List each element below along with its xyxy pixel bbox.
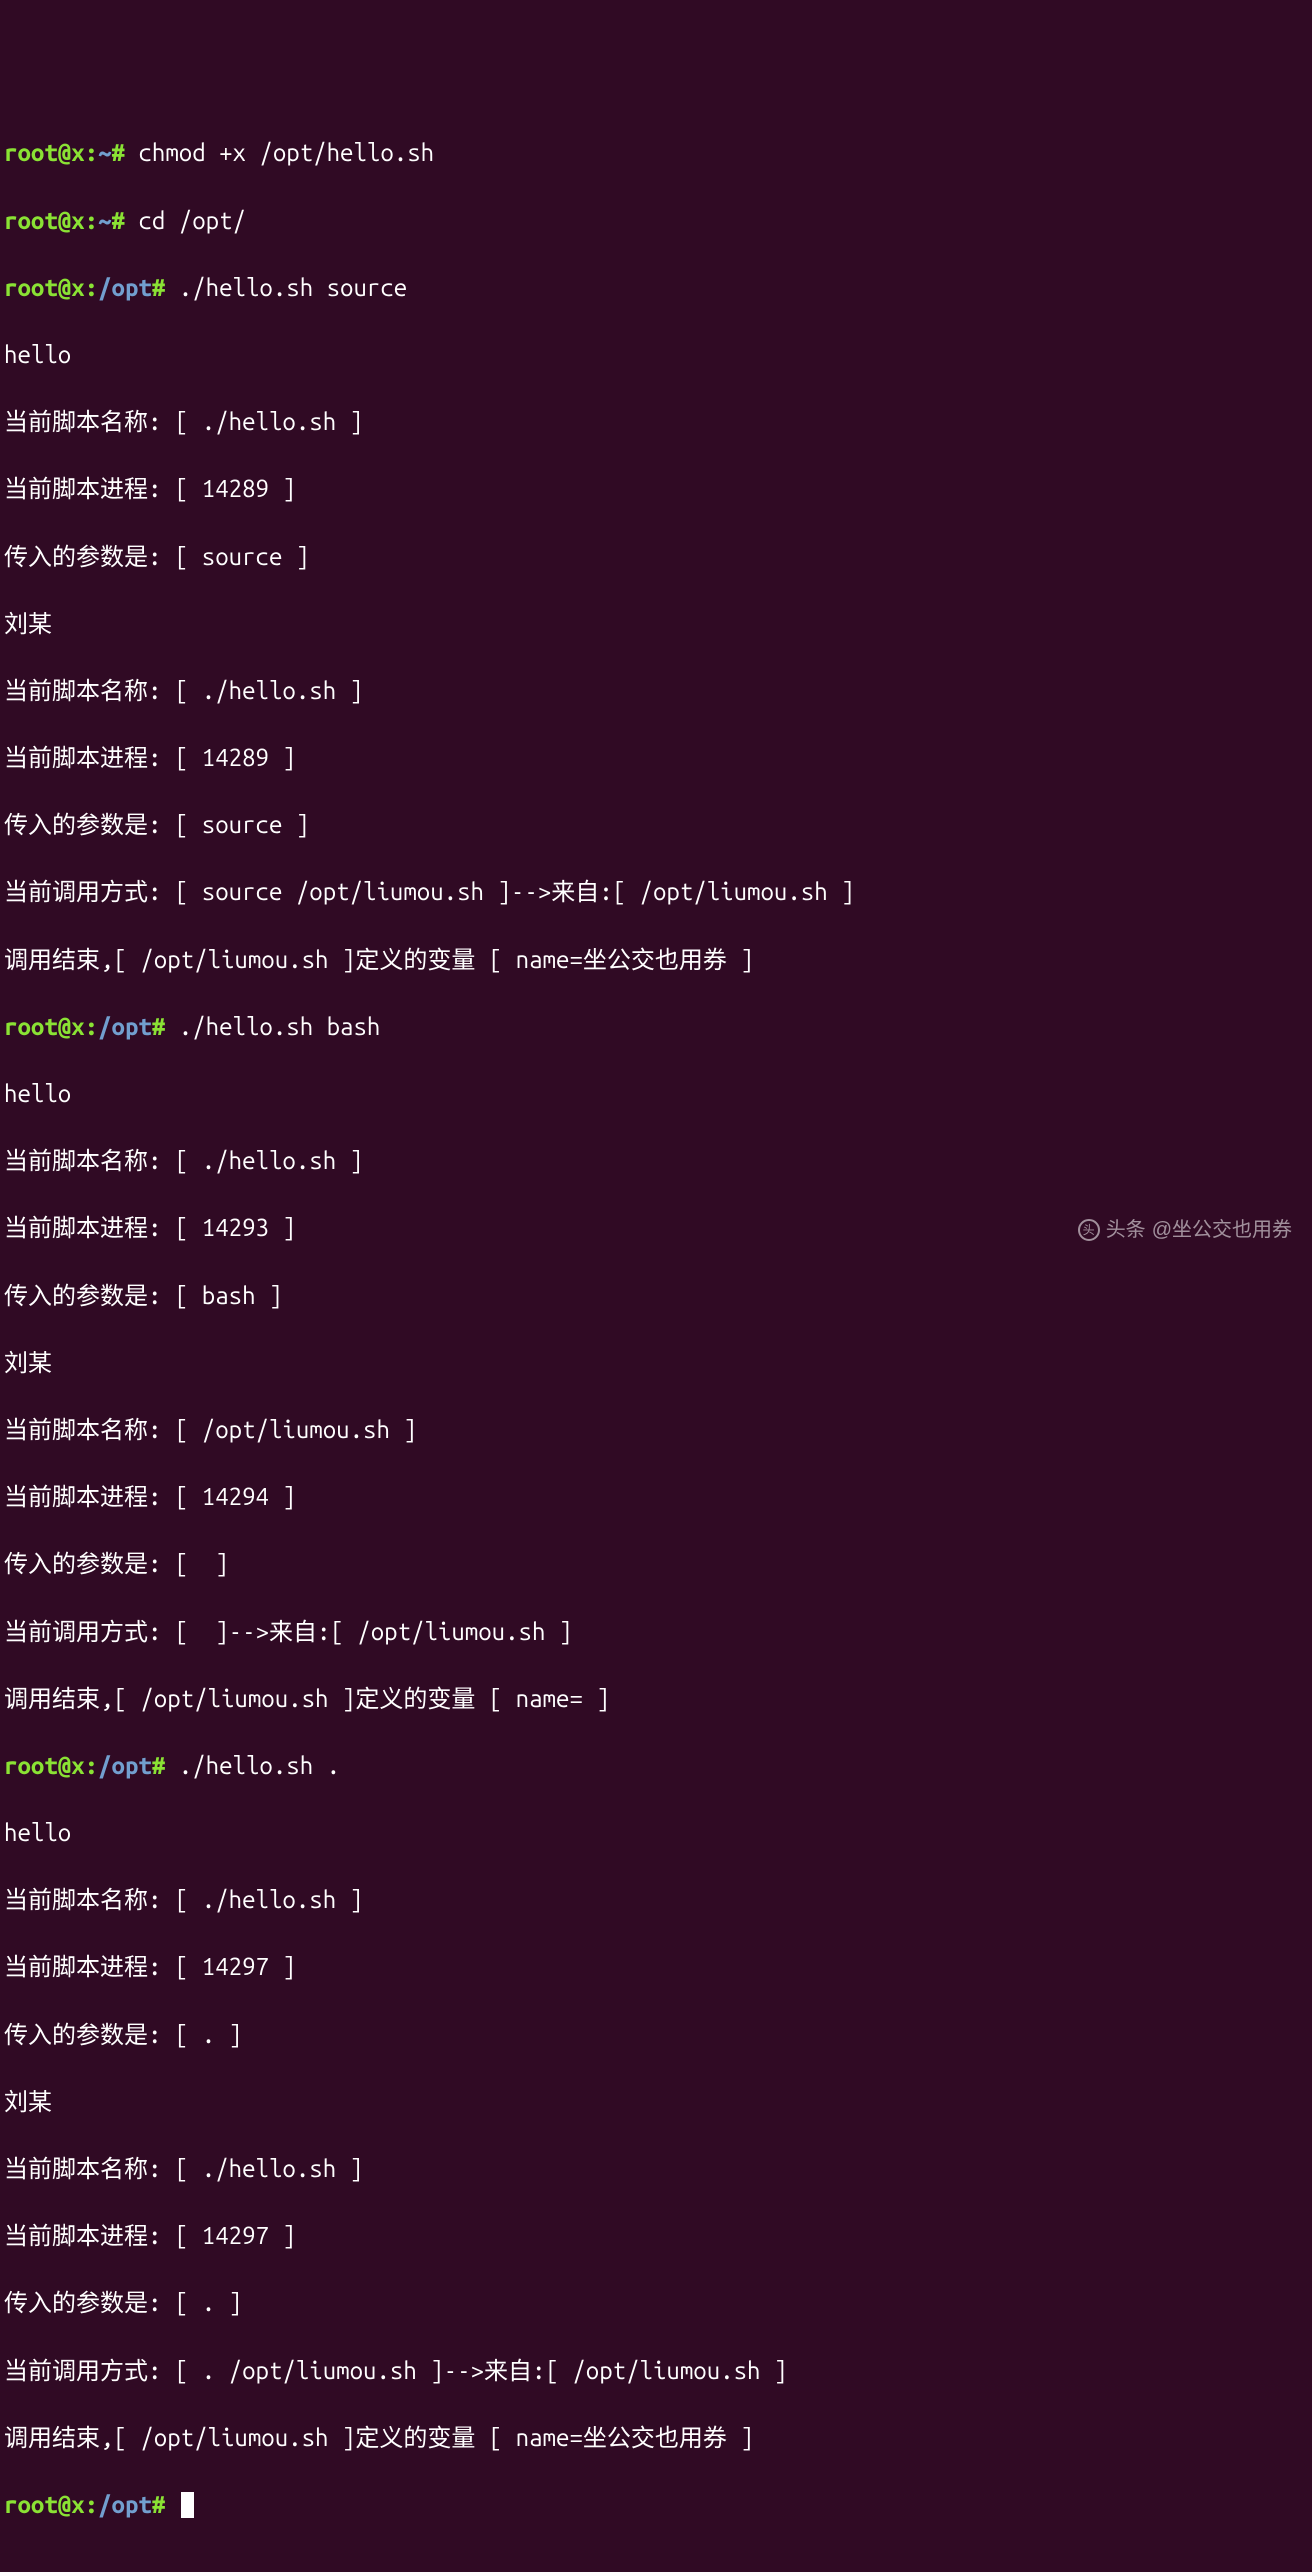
command-text <box>165 2491 178 2518</box>
command-text: ./hello.sh source <box>165 274 420 301</box>
output-line: 当前脚本名称: [ ./hello.sh ] <box>4 674 1308 708</box>
prompt-sep: # <box>112 139 125 166</box>
output-line: 当前脚本名称: [ ./hello.sh ] <box>4 1883 1308 1917</box>
prompt-user: root@x <box>4 139 85 166</box>
prompt-line[interactable]: root@x:~# chmod +x /opt/hello.sh <box>4 136 1308 170</box>
output-line: hello <box>4 1077 1308 1111</box>
command-text: ./hello.sh . <box>165 1752 353 1779</box>
prompt-path: /opt <box>98 2491 152 2518</box>
output-line: 传入的参数是: [ bash ] <box>4 1279 1308 1313</box>
prompt-user: root@x <box>4 274 85 301</box>
output-line: hello <box>4 338 1308 372</box>
command-text: cd /opt/ <box>125 207 259 234</box>
output-line: 刘某 <box>4 1346 1308 1380</box>
output-line: 传入的参数是: [ . ] <box>4 2018 1308 2052</box>
prompt-line[interactable]: root@x:/opt# ./hello.sh . <box>4 1749 1308 1783</box>
output-line: hello <box>4 1816 1308 1850</box>
prompt-sep: # <box>152 1013 165 1040</box>
output-line: 当前调用方式: [ source /opt/liumou.sh ]-->来自:[… <box>4 875 1308 909</box>
prompt-path: ~ <box>98 207 111 234</box>
prompt-user: root@x <box>4 207 85 234</box>
prompt-line[interactable]: root@x:~# cd /opt/ <box>4 204 1308 238</box>
prompt-sep: # <box>152 2491 165 2518</box>
output-line: 当前脚本进程: [ 14289 ] <box>4 472 1308 506</box>
command-text: chmod +x /opt/hello.sh <box>125 139 448 166</box>
output-line: 刘某 <box>4 607 1308 641</box>
output-line: 当前脚本进程: [ 14293 ] <box>4 1211 1308 1245</box>
output-line: 当前脚本名称: [ ./hello.sh ] <box>4 1144 1308 1178</box>
output-line: 当前调用方式: [ . /opt/liumou.sh ]-->来自:[ /opt… <box>4 2354 1308 2388</box>
output-line: 传入的参数是: [ . ] <box>4 2286 1308 2320</box>
output-line: 当前脚本名称: [ /opt/liumou.sh ] <box>4 1413 1308 1447</box>
prompt-user: root@x <box>4 1013 85 1040</box>
prompt-path: ~ <box>98 139 111 166</box>
prompt-sep: # <box>152 1752 165 1779</box>
prompt-path: /opt <box>98 274 152 301</box>
output-line: 刘某 <box>4 2085 1308 2119</box>
output-line: 调用结束,[ /opt/liumou.sh ]定义的变量 [ name=坐公交也… <box>4 943 1308 977</box>
output-line: 调用结束,[ /opt/liumou.sh ]定义的变量 [ name=坐公交也… <box>4 2421 1308 2455</box>
command-text: ./hello.sh bash <box>165 1013 393 1040</box>
prompt-sep: # <box>152 274 165 301</box>
prompt-line[interactable]: root@x:/opt# <box>4 2488 1308 2522</box>
cursor-icon <box>181 2492 194 2518</box>
prompt-path: /opt <box>98 1013 152 1040</box>
output-line: 当前脚本进程: [ 14289 ] <box>4 741 1308 775</box>
prompt-line[interactable]: root@x:/opt# ./hello.sh bash <box>4 1010 1308 1044</box>
prompt-user: root@x <box>4 2491 85 2518</box>
output-line: 当前脚本名称: [ ./hello.sh ] <box>4 405 1308 439</box>
prompt-user: root@x <box>4 1752 85 1779</box>
output-line: 当前调用方式: [ ]-->来自:[ /opt/liumou.sh ] <box>4 1615 1308 1649</box>
prompt-path: /opt <box>98 1752 152 1779</box>
output-line: 传入的参数是: [ source ] <box>4 808 1308 842</box>
prompt-sep: # <box>112 207 125 234</box>
prompt-line[interactable]: root@x:/opt# ./hello.sh source <box>4 271 1308 305</box>
output-line: 当前脚本进程: [ 14297 ] <box>4 2219 1308 2253</box>
output-line: 传入的参数是: [ source ] <box>4 540 1308 574</box>
output-line: 当前脚本名称: [ ./hello.sh ] <box>4 2152 1308 2186</box>
output-line: 传入的参数是: [ ] <box>4 1547 1308 1581</box>
output-line: 调用结束,[ /opt/liumou.sh ]定义的变量 [ name= ] <box>4 1682 1308 1716</box>
output-line: 当前脚本进程: [ 14294 ] <box>4 1480 1308 1514</box>
output-line: 当前脚本进程: [ 14297 ] <box>4 1950 1308 1984</box>
